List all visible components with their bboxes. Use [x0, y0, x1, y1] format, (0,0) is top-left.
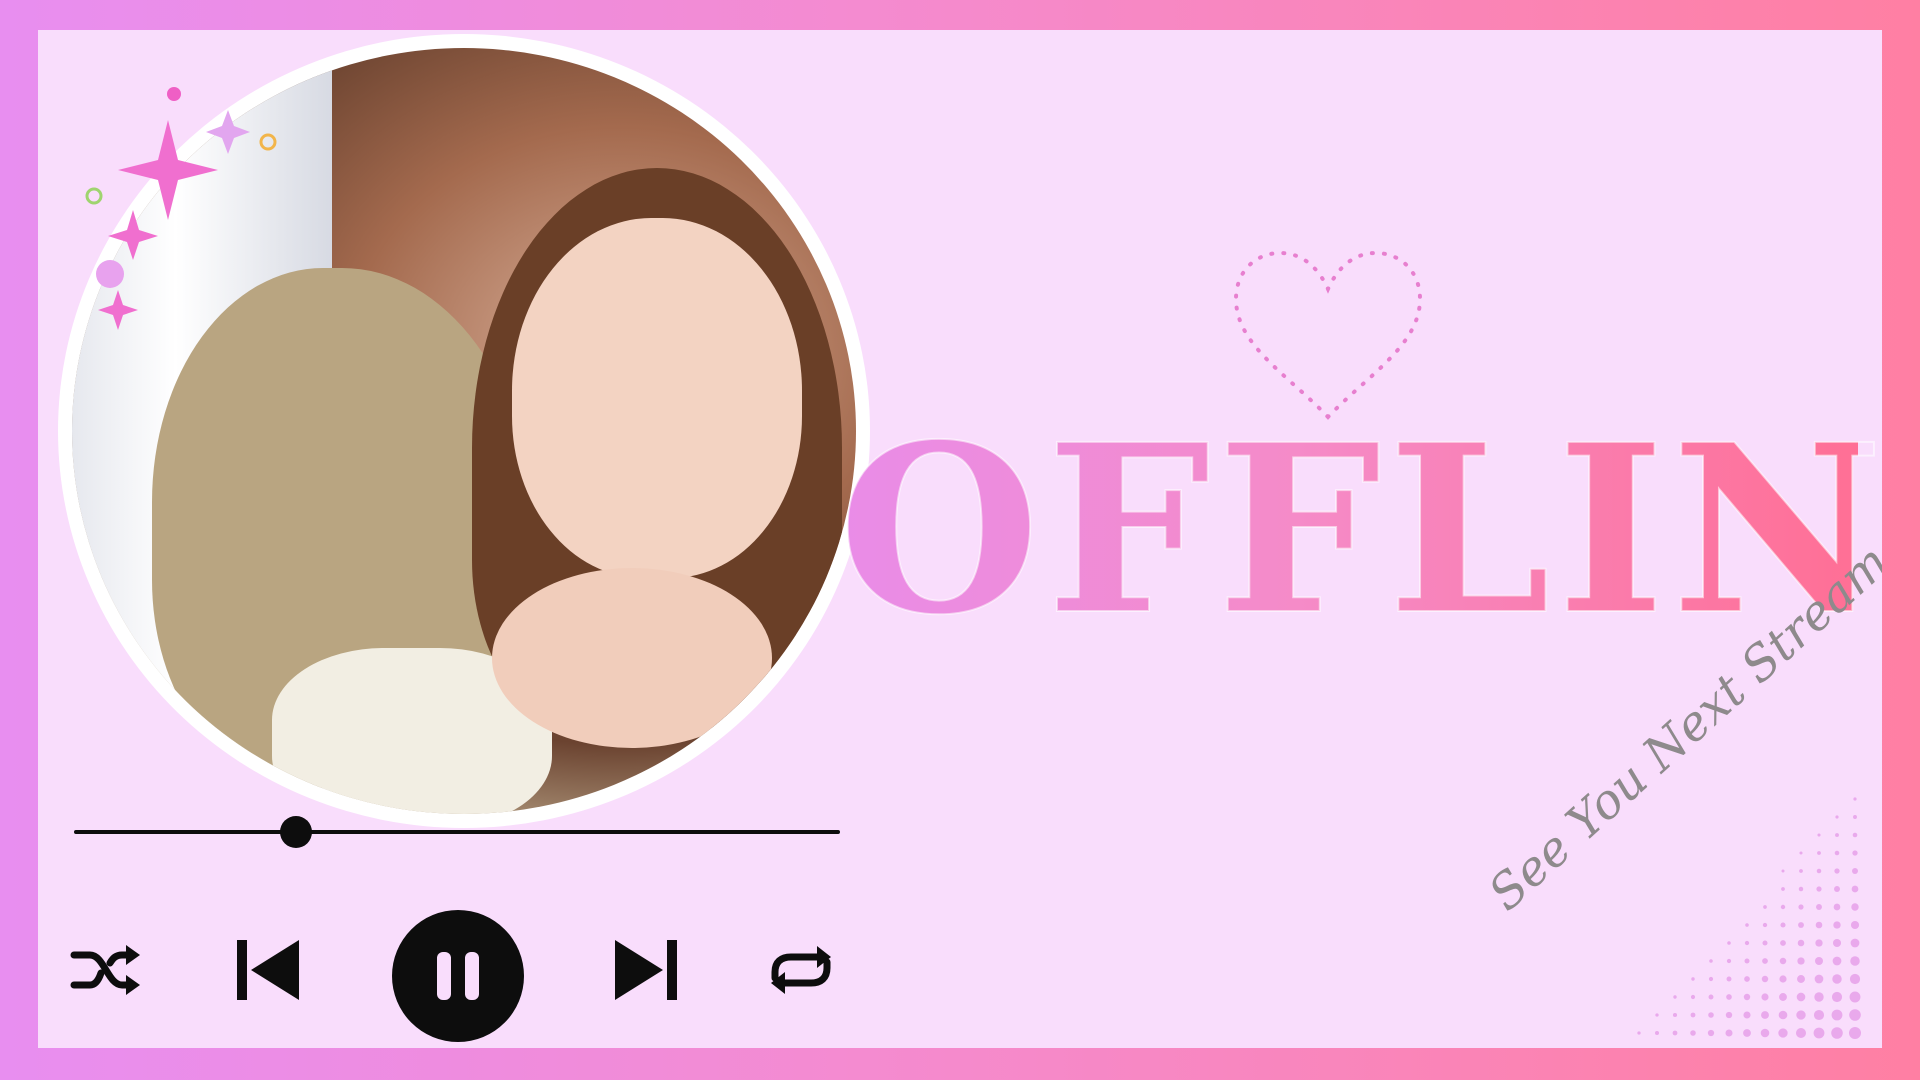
- sparkles-decoration: [85, 87, 277, 330]
- hands: [492, 568, 772, 748]
- repeat-button[interactable]: [760, 932, 842, 1008]
- next-icon: [615, 940, 677, 1000]
- offline-card: OFFLINE OFFLINE See You Next Stream: [38, 30, 1882, 1048]
- progress-knob[interactable]: [280, 816, 313, 848]
- offline-title: OFFLINE: [838, 393, 1882, 666]
- next-button[interactable]: [608, 932, 684, 1008]
- halftone-dots-decoration: [1637, 797, 1861, 1039]
- playback-controls: [38, 910, 878, 1048]
- repeat-icon: [771, 946, 831, 994]
- shuffle-button[interactable]: [68, 932, 144, 1008]
- pause-button[interactable]: [392, 910, 524, 1042]
- pause-icon: [437, 952, 479, 1000]
- shuffle-icon: [70, 945, 140, 995]
- face: [512, 218, 802, 578]
- previous-button[interactable]: [230, 932, 306, 1008]
- previous-icon: [237, 940, 299, 1000]
- progress-bar[interactable]: [74, 830, 840, 834]
